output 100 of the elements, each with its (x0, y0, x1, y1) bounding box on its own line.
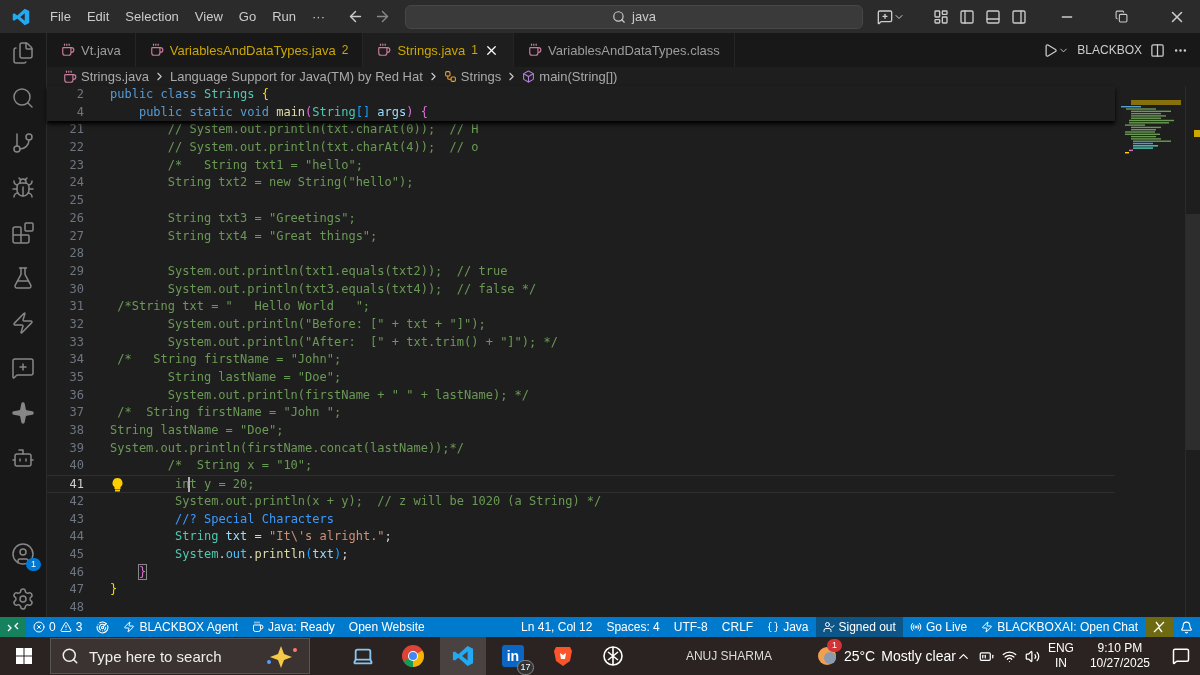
flask-icon[interactable] (11, 266, 35, 290)
status-label: Go Live (925, 620, 968, 634)
bug-icon[interactable] (11, 176, 35, 200)
bolt-icon[interactable] (11, 311, 35, 335)
taskbar-app[interactable]: in 17 (489, 637, 536, 675)
error-count: 0 (49, 620, 56, 634)
status-item[interactable]: Java: Ready (245, 617, 342, 637)
status-item[interactable]: Go Live (902, 617, 975, 637)
breadcrumb-item[interactable]: Language Support for Java(TM) by Red Hat (169, 69, 423, 84)
notifications-icon[interactable] (1172, 647, 1190, 665)
line-number: 48 (68, 598, 84, 616)
extensions-icon[interactable] (11, 221, 35, 245)
blackbox-button[interactable]: BLACKBOX (1077, 43, 1142, 57)
code-line: String txt4 = "Great things"; (167, 227, 378, 245)
line-number: 25 (68, 192, 84, 210)
braces-icon (767, 621, 780, 633)
line-number: 23 (68, 156, 84, 174)
chat-icon[interactable] (877, 8, 905, 25)
panel-icon[interactable] (985, 8, 1001, 25)
status-label: BLACKBOX Agent (139, 620, 239, 634)
line-number: 29 (68, 262, 84, 280)
settings-icon[interactable] (11, 587, 35, 611)
input-region[interactable]: IN (1054, 656, 1067, 671)
account-icon[interactable] (11, 542, 35, 566)
menu-item[interactable]: File (42, 9, 79, 24)
tab-label: Strings.java (397, 42, 466, 58)
back-icon[interactable] (347, 8, 364, 25)
tab-label: Vt.java (81, 42, 121, 58)
lightbulb-icon[interactable] (111, 477, 124, 493)
coffee-cup-icon (528, 43, 542, 57)
code-line: public class Strings { (110, 86, 269, 103)
status-item[interactable]: Java (760, 617, 816, 637)
user-name: ANUJ SHARMA (685, 649, 772, 663)
line-number: 44 (68, 528, 84, 546)
status-item[interactable]: BLACKBOX Agent (116, 617, 246, 637)
coffee-cup-icon (63, 69, 77, 84)
taskbar-search-field[interactable]: Type here to search (50, 638, 310, 674)
taskbar-app[interactable] (439, 637, 486, 675)
menu-item[interactable]: Selection (117, 9, 187, 24)
status-item[interactable]: CRLF (714, 617, 761, 637)
menu-item[interactable]: Go (230, 9, 265, 24)
browser-icon (400, 644, 425, 668)
count-badge: 17 (516, 660, 534, 675)
code-line: String txt = "It\'s alright."; (175, 528, 392, 546)
search-icon[interactable] (11, 86, 35, 110)
status-item[interactable]: Ln 41, Col 12 (514, 617, 600, 637)
code-line: //? Special Characters (175, 510, 334, 528)
code-line: } (138, 563, 147, 581)
weather-condition: Mostly clear (881, 648, 956, 664)
forward-icon[interactable] (374, 8, 391, 25)
more-menu[interactable]: ··· (304, 9, 333, 24)
search-field[interactable]: java (405, 4, 863, 29)
status-item[interactable]: Open Website (341, 617, 432, 637)
line-number: 41 (68, 476, 84, 492)
chat-icon[interactable] (11, 356, 35, 380)
breadcrumb-item[interactable]: main(String[]) (539, 69, 618, 84)
toggle-button[interactable] (1145, 617, 1173, 637)
input-language[interactable]: ENG (1047, 641, 1074, 656)
menu-item[interactable]: Edit (78, 9, 118, 24)
breadcrumb-item[interactable]: Strings (460, 69, 502, 84)
editor-tab[interactable]: Strings.java 1 (363, 33, 514, 67)
files-icon[interactable] (11, 41, 35, 65)
warning-icon (59, 621, 72, 633)
wifi-icon[interactable] (1001, 648, 1017, 664)
secondary-sidebar-icon[interactable] (1011, 8, 1027, 25)
volume-icon[interactable] (1024, 648, 1040, 664)
status-item[interactable]: Signed out (815, 617, 903, 637)
clock-time[interactable]: 9:10 PM (1097, 641, 1143, 656)
menu-item[interactable]: View (186, 9, 231, 24)
line-number: 26 (68, 209, 84, 227)
branch-icon[interactable] (11, 131, 35, 155)
bolt-icon (981, 621, 994, 633)
bell-icon (1180, 620, 1193, 634)
remote-button[interactable] (0, 617, 26, 637)
search-value: java (632, 9, 656, 24)
menu-item[interactable]: Run (264, 9, 304, 24)
problems-button[interactable]: 0 3 (26, 617, 90, 637)
restore-icon[interactable] (1115, 10, 1128, 23)
status-item[interactable]: UTF-8 (666, 617, 715, 637)
code-line: String txt2 = new String("hello"); (167, 174, 414, 192)
code-line: // System.out.println(txt.charAt(4)); // o (167, 139, 479, 157)
code-line: String txt3 = "Greetings"; (167, 209, 356, 227)
run-icon[interactable] (1043, 42, 1070, 58)
breadcrumb-item[interactable]: Strings.java (81, 69, 149, 84)
line-number: 39 (68, 439, 84, 457)
code-line: System.out.println(txt3.equals(txt4)); // false */ (167, 280, 537, 298)
code-line: /* String txt1 = "hello"; (167, 156, 363, 174)
clock-date[interactable]: 10/27/2025 (1089, 656, 1150, 671)
coffee-cup-icon (61, 43, 75, 57)
sparkle-icon[interactable] (11, 401, 35, 425)
robot-icon[interactable] (11, 446, 35, 470)
code-line: System.out.println(firstName + " " + lastName); */ (167, 386, 530, 404)
layout-icon[interactable] (933, 8, 949, 25)
split-editor-icon[interactable] (1150, 42, 1165, 58)
status-item[interactable]: BLACKBOXAI: Open Chat (974, 617, 1145, 637)
line-number: 30 (68, 280, 84, 298)
line-number: 45 (68, 545, 84, 563)
status-item[interactable]: Spaces: 4 (599, 617, 667, 637)
search-placeholder: Type here to search (89, 647, 222, 665)
sidebar-icon[interactable] (959, 8, 975, 25)
